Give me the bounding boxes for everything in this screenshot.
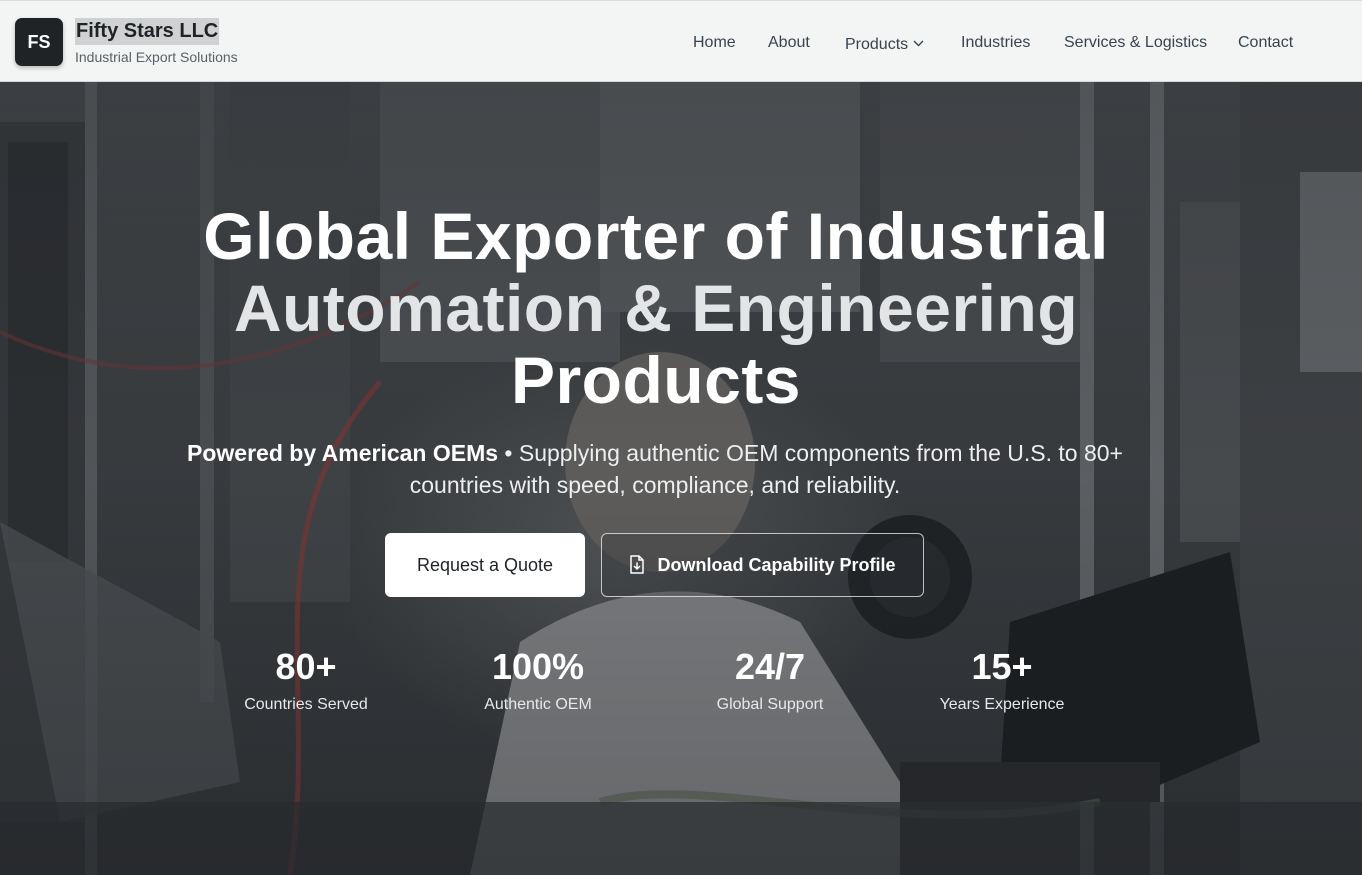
nav-industries[interactable]: Industries	[961, 32, 1030, 54]
request-quote-button[interactable]: Request a Quote	[385, 533, 585, 597]
brand-tagline: Industrial Export Solutions	[75, 49, 238, 65]
stat-label: Years Experience	[939, 696, 1065, 713]
stat-value: 80+	[275, 646, 337, 687]
download-capability-profile-button[interactable]: Download Capability Profile	[601, 533, 924, 597]
hero-subtext: Powered by American OEMs • Supplying aut…	[180, 437, 1130, 501]
headline-line-2: Automation & Engineering	[233, 271, 1079, 345]
logo-initials: FS	[27, 31, 51, 52]
stat-value: 100%	[491, 646, 585, 687]
headline-line-3: Products	[510, 343, 802, 417]
stat-value: 15+	[971, 646, 1033, 687]
hero-subtext-rest: • Supplying authentic OEM components fro…	[409, 440, 1123, 498]
nav-home[interactable]: Home	[693, 32, 736, 54]
request-quote-label: Request a Quote	[416, 554, 554, 575]
nav-about[interactable]: About	[768, 32, 810, 54]
nav-services-logistics[interactable]: Services & Logistics	[1064, 32, 1207, 54]
nav-contact[interactable]: Contact	[1238, 32, 1293, 54]
nav-products-label: Products	[845, 36, 909, 53]
stat-years-experience: 15+ Years Experience	[892, 645, 1112, 716]
hero-headline: Global Exporter of Industrial Automation…	[0, 200, 1362, 416]
stat-global-support: 24/7 Global Support	[660, 645, 880, 716]
stat-authentic-oem: 100% Authentic OEM	[428, 645, 648, 716]
nav-products[interactable]: Products	[845, 32, 924, 56]
logo[interactable]: FS	[15, 18, 63, 66]
stat-label: Global Support	[716, 696, 824, 713]
brand-name[interactable]: Fifty Stars LLC	[75, 18, 220, 45]
download-capability-profile-label: Download Capability Profile	[657, 554, 896, 575]
file-download-icon	[629, 555, 647, 575]
stat-label: Countries Served	[244, 696, 368, 713]
headline-line-1: Global Exporter of Industrial	[203, 199, 1109, 273]
stat-value: 24/7	[734, 646, 806, 687]
hero-section: Global Exporter of Industrial Automation…	[0, 82, 1362, 875]
stat-label: Authentic OEM	[484, 696, 592, 713]
chevron-down-icon	[913, 32, 924, 54]
hero-subtext-strong: Powered by American OEMs	[187, 440, 499, 466]
site-header: FS Fifty Stars LLC Industrial Export Sol…	[0, 0, 1362, 82]
stat-countries-served: 80+ Countries Served	[196, 645, 416, 716]
